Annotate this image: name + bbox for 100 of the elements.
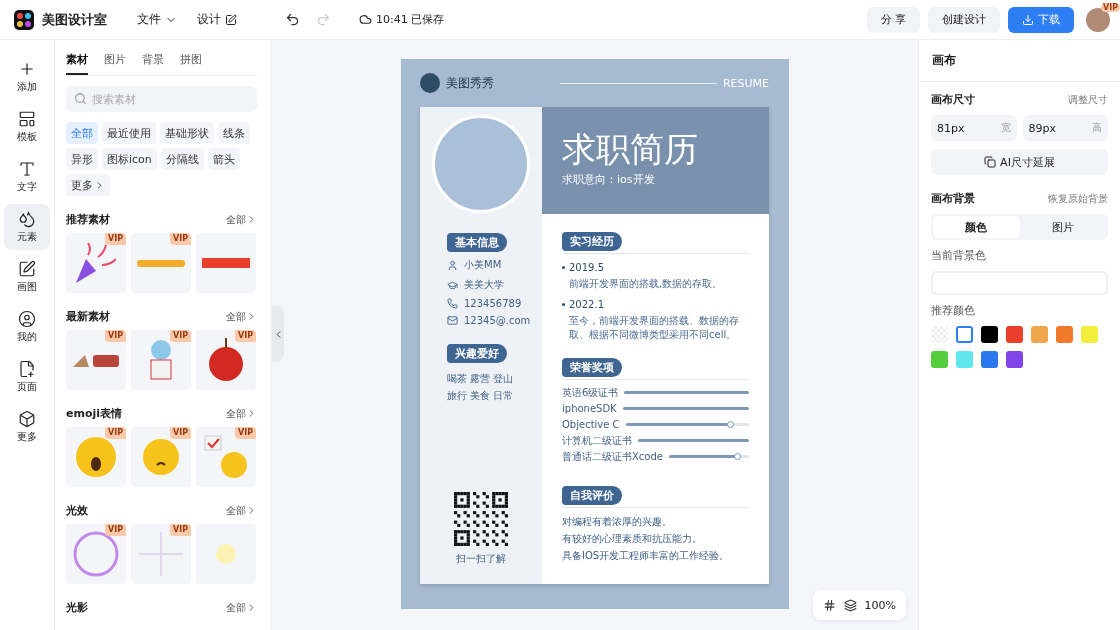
color-swatch[interactable] — [956, 351, 973, 368]
filter-chip[interactable]: 线条 — [218, 122, 250, 144]
toolbar-button[interactable]: 分 享 — [866, 6, 920, 33]
asset-tile[interactable] — [196, 524, 256, 584]
color-swatch[interactable] — [1031, 326, 1048, 343]
color-swatch[interactable] — [1006, 326, 1023, 343]
asset-tile[interactable]: VIP — [66, 330, 126, 390]
panel-tab[interactable]: 背景 — [142, 48, 164, 75]
slider-knob — [734, 453, 741, 460]
section-title: 光影 — [66, 600, 88, 615]
see-all-link[interactable]: 全部 — [226, 503, 257, 518]
grid-icon — [822, 598, 836, 612]
download-icon — [1022, 13, 1034, 26]
award-text: 英语6级证书 — [562, 385, 619, 400]
panel-tab[interactable]: 拼图 — [180, 48, 202, 75]
rail-item[interactable]: 页面 — [4, 354, 50, 400]
layers-icon — [843, 598, 857, 612]
resize-link[interactable]: 调整尺寸 — [1068, 92, 1108, 107]
asset-tile[interactable]: VIP — [131, 524, 191, 584]
filter-chip[interactable]: 全部 — [66, 122, 98, 144]
color-swatch[interactable] — [1081, 326, 1098, 343]
asset-tile[interactable]: VIP — [66, 427, 126, 487]
person-icon — [447, 259, 458, 271]
award-text: iphoneSDK — [562, 403, 617, 414]
filter-chip[interactable]: 基础形状 — [160, 122, 214, 144]
mail-icon — [447, 315, 458, 326]
reset-background-link[interactable]: 恢复原始背景 — [1048, 191, 1108, 206]
color-swatch[interactable] — [1006, 351, 1023, 368]
see-all-link[interactable]: 全部 — [226, 406, 257, 421]
panel-tab[interactable]: 图片 — [104, 48, 126, 75]
color-swatch[interactable] — [981, 351, 998, 368]
vip-badge: VIP — [234, 427, 256, 439]
zoom-level[interactable]: 100% — [864, 598, 896, 612]
size-field[interactable]: 81px 宽 — [931, 115, 1017, 141]
section-title: 推荐素材 — [66, 212, 110, 227]
asset-tile[interactable]: VIP — [131, 330, 191, 390]
vip-badge: VIP — [104, 524, 126, 536]
hobby-text: 旅行 美食 日常 — [447, 389, 514, 403]
cube-icon — [18, 410, 36, 428]
color-swatch[interactable] — [981, 326, 998, 343]
grid-button[interactable] — [822, 598, 836, 612]
confetti-picture — [74, 241, 118, 285]
search-field[interactable]: 搜索素材 — [66, 86, 257, 112]
edit-icon — [225, 13, 237, 26]
rail-item[interactable]: 模板 — [4, 104, 50, 150]
layers-button[interactable] — [843, 598, 857, 612]
resume-title: 求职简历 — [562, 131, 699, 169]
hobby-text: 喝茶 露营 登山 — [447, 372, 514, 386]
vip-badge: VIP — [104, 233, 126, 245]
qr-caption: 扫一扫了解 — [456, 552, 506, 566]
qr-code — [454, 492, 508, 546]
color-swatch[interactable] — [931, 351, 948, 368]
color-swatch[interactable] — [1056, 326, 1073, 343]
current-color-label: 当前背景色 — [931, 248, 987, 263]
see-all-link[interactable]: 全部 — [226, 212, 257, 227]
panel-tab[interactable]: 素材 — [66, 48, 88, 75]
filter-chip[interactable]: 图标icon — [102, 148, 157, 170]
vip-badge: VIP — [104, 330, 126, 342]
section-heading: 兴趣爱好 — [447, 344, 507, 363]
rail-item[interactable]: 元素 — [4, 204, 50, 250]
asset-tile[interactable]: VIP — [66, 233, 126, 293]
more-chip[interactable]: 更多 — [66, 174, 110, 196]
check-picture — [204, 435, 248, 479]
size-field[interactable]: 89px 高 — [1022, 115, 1108, 141]
asset-tile[interactable]: VIP — [196, 427, 256, 487]
file-menu[interactable]: 文件 — [131, 7, 183, 32]
scared-picture — [75, 436, 117, 478]
design-menu[interactable]: 设计 — [191, 7, 243, 32]
asset-tile[interactable]: VIP — [196, 330, 256, 390]
copy-icon — [984, 156, 997, 168]
entry-date: 2019.5 — [569, 262, 604, 273]
asset-tile[interactable]: VIP — [131, 427, 191, 487]
segment-tab[interactable]: 颜色 — [933, 216, 1020, 238]
asset-tile[interactable] — [196, 233, 256, 293]
background-label: 画布背景 — [931, 191, 975, 206]
rail-item[interactable]: 添加 — [4, 54, 50, 100]
rail-item[interactable]: 画图 — [4, 254, 50, 300]
toolbar-button[interactable]: 创建设计 — [928, 6, 1000, 33]
filter-chip[interactable]: 箭头 — [207, 148, 240, 170]
vip-badge: VIP — [169, 524, 191, 536]
ai-extend-button[interactable]: AI尺寸延展 — [931, 149, 1108, 175]
see-all-link[interactable]: 全部 — [226, 600, 257, 615]
rail-item[interactable]: 我的 — [4, 304, 50, 350]
segment-tab[interactable]: 图片 — [1019, 216, 1106, 238]
asset-tile[interactable]: VIP — [131, 233, 191, 293]
color-swatch[interactable] — [956, 326, 973, 343]
collapse-handle[interactable] — [272, 306, 284, 362]
filter-chip[interactable]: 分隔线 — [160, 148, 204, 170]
evaluation-text: 有较好的心理素质和抗压能力。 — [562, 532, 703, 546]
rail-item[interactable]: 更多 — [4, 404, 50, 450]
download-button[interactable]: 下载 — [1008, 6, 1074, 33]
filter-chip[interactable]: 最近使用 — [102, 122, 156, 144]
see-all-link[interactable]: 全部 — [226, 309, 257, 324]
entry-text: 前端开发界面的搭载,数据的存取。 — [568, 277, 724, 291]
section-heading: 荣誉奖项 — [562, 358, 622, 377]
section-heading: 实习经历 — [562, 232, 622, 251]
asset-tile[interactable]: VIP — [66, 524, 126, 584]
bullet-dot — [562, 303, 565, 306]
rail-item[interactable]: 文字 — [4, 154, 50, 200]
filter-chip[interactable]: 异形 — [66, 148, 98, 170]
